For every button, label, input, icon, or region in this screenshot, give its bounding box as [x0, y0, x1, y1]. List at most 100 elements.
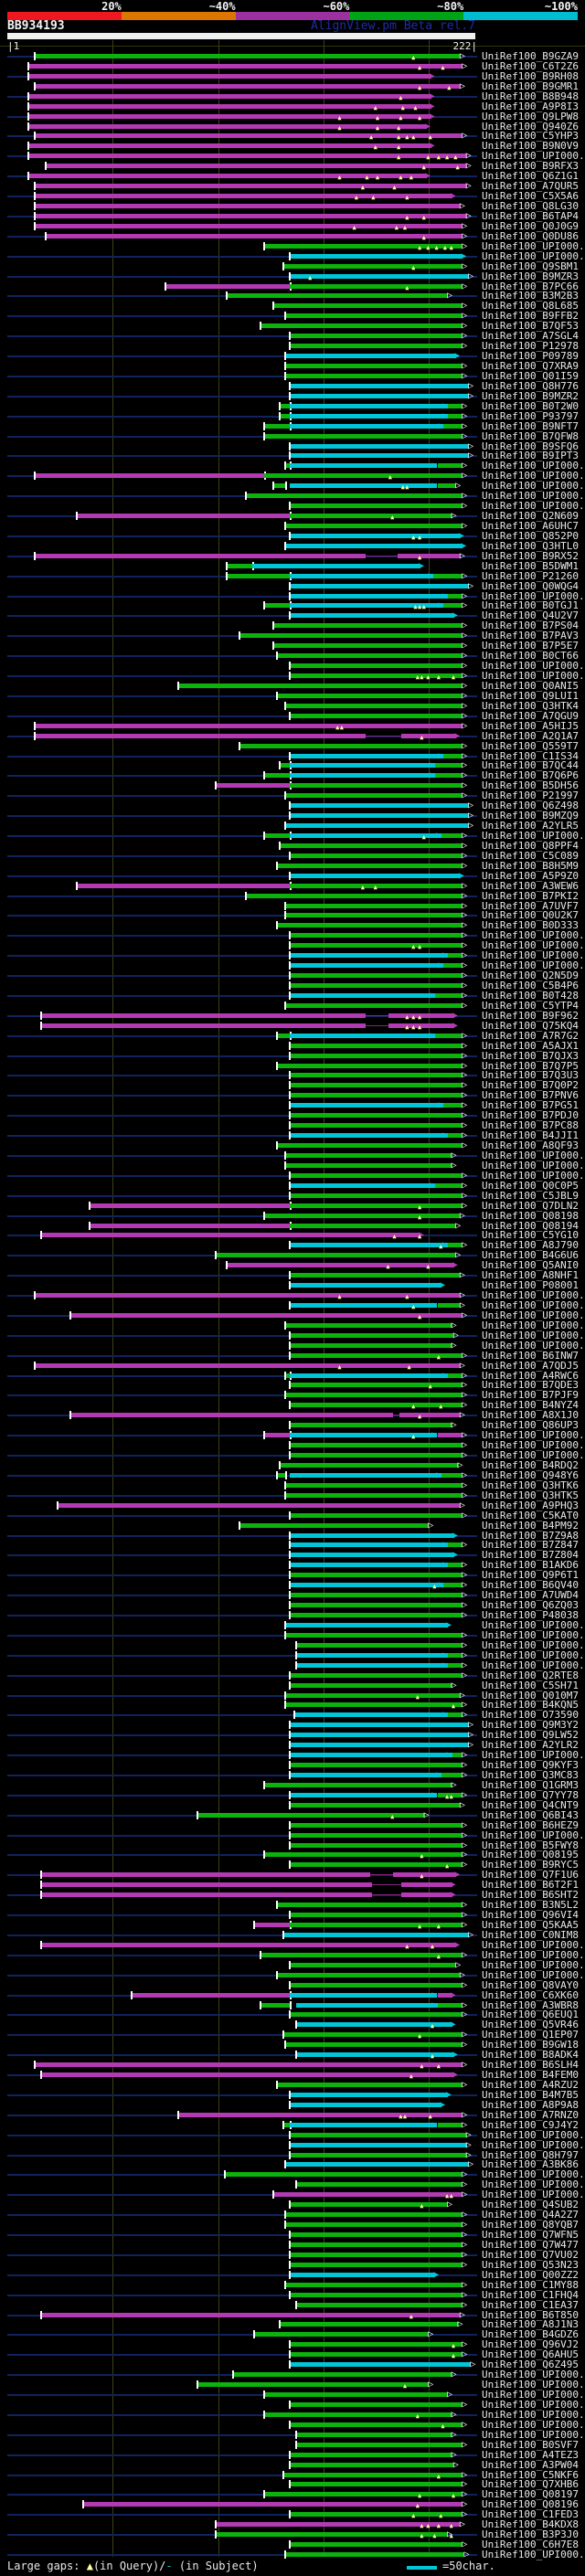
segment-start-tick	[276, 1901, 279, 1909]
subject-label[interactable]: UniRef100_UPI000..	[482, 2549, 585, 2560]
alignment-bar-segment	[277, 694, 463, 698]
segment-start-tick	[289, 332, 291, 340]
segment-start-tick	[289, 1681, 291, 1690]
segment-start-tick	[289, 1961, 291, 1969]
alignment-end-arrow-icon: ▷	[459, 201, 465, 211]
alignment-end-arrow-icon: ▷	[462, 2499, 468, 2509]
segment-start-tick	[276, 921, 279, 929]
alignment-end-arrow-icon: ▶	[458, 871, 464, 881]
segment-start-tick	[263, 432, 266, 440]
alignment-bar-segment	[290, 504, 463, 508]
large-gap-marker-icon: ▲	[418, 1413, 422, 1420]
alignment-end-arrow-icon: ▷	[462, 970, 468, 981]
alignment-bar-segment	[290, 284, 463, 289]
alignment-end-arrow-icon: ▷	[468, 1720, 474, 1730]
alignment-bar-segment	[290, 414, 448, 419]
alignment-end-arrow-icon: ▷	[462, 1110, 468, 1120]
large-gap-marker-icon: ▲	[426, 1263, 431, 1270]
alignment-bar-segment	[239, 744, 463, 748]
alignment-end-arrow-icon: ▶	[458, 531, 464, 541]
alignment-bar-segment	[279, 404, 290, 408]
alignment-end-arrow-icon: ▷	[462, 1980, 468, 1990]
alignment-bar-segment	[290, 763, 436, 768]
alignment-bar-segment	[290, 1203, 463, 1208]
alignment-end-arrow-icon: ▷	[462, 2169, 468, 2179]
alignment-end-arrow-icon: ▷	[462, 2300, 468, 2310]
large-gap-marker-icon: ▲	[394, 224, 399, 231]
alignment-bar-segment	[290, 1243, 448, 1247]
alignment-row[interactable]: ▷ UniRef100_UPI000..	[0, 2549, 585, 2560]
alignment-bar-segment	[437, 483, 457, 488]
alignment-end-arrow-icon: ▷	[468, 1730, 474, 1740]
segment-start-tick	[263, 1212, 266, 1220]
alignment-bar-segment	[437, 2003, 463, 2008]
large-gap-marker-icon: ▲	[371, 194, 376, 201]
alignment-bar-segment	[245, 894, 463, 898]
alignment-bar-segment	[290, 1723, 469, 1727]
large-gap-marker-icon: ▲	[421, 234, 426, 241]
alignment-bar-segment	[285, 2162, 469, 2167]
large-gap-marker-icon: ▲	[432, 1583, 437, 1590]
segment-start-tick	[165, 282, 166, 291]
large-gap-marker-icon: ▲	[365, 174, 369, 181]
alignment-end-arrow-icon: ▷	[462, 261, 468, 271]
alignment-bar-segment	[28, 74, 431, 79]
segment-start-tick	[27, 112, 30, 121]
segment-start-tick	[295, 2441, 297, 2449]
alignment-bar-segment	[40, 2313, 461, 2317]
alignment-bar-segment	[197, 2382, 430, 2387]
alignment-bar-segment	[290, 853, 463, 858]
alignment-bar-segment	[290, 2103, 442, 2107]
alignment-end-arrow-icon: ▷	[462, 371, 468, 381]
large-gap-marker-icon: ▲	[354, 194, 359, 201]
segment-start-tick	[34, 1291, 36, 1299]
alignment-bar-segment	[285, 2222, 463, 2227]
large-gap-marker-icon: ▲	[445, 1862, 450, 1870]
alignment-bar-segment	[239, 1523, 430, 1528]
alignment-bar-segment	[285, 1393, 463, 1397]
segment-start-tick	[289, 1111, 291, 1119]
segment-start-tick	[263, 422, 266, 430]
alignment-bar-segment	[443, 1103, 463, 1108]
segment-start-tick	[284, 911, 287, 919]
alignment-bar-segment	[28, 154, 467, 158]
large-gap-marker-icon: ▲	[418, 1214, 422, 1221]
alignment-end-arrow-icon: ▷	[462, 1660, 468, 1670]
alignment-end-arrow-icon: ▶	[452, 2050, 458, 2060]
alignment-bar-segment	[290, 1553, 454, 1557]
alignment-bar-segment	[443, 603, 463, 608]
segment-start-tick	[252, 2330, 255, 2338]
segment-start-tick	[284, 372, 287, 380]
alignment-bar-segment	[290, 1343, 452, 1348]
large-gap-marker-icon: ▲	[399, 174, 403, 181]
alignment-end-arrow-icon: ▷	[462, 2080, 468, 2090]
alignment-bar-segment	[366, 556, 398, 557]
alignment-bar-segment	[290, 2273, 436, 2277]
alignment-end-arrow-icon: ▶	[419, 561, 425, 571]
segment-start-tick	[289, 941, 291, 949]
alignment-bar-segment	[290, 1573, 463, 1577]
alignment-bar-segment	[372, 1884, 402, 1885]
alignment-end-arrow-icon: ▷	[462, 1580, 468, 1590]
alignment-bar-segment	[290, 1403, 463, 1407]
alignment-bar-segment	[264, 603, 291, 608]
alignment-end-arrow-icon: ▷	[462, 1760, 468, 1770]
segment-start-tick	[76, 882, 79, 890]
alignment-bar-segment	[290, 1423, 452, 1427]
segment-start-tick	[289, 1331, 291, 1340]
alignment-bar-segment	[296, 2443, 463, 2447]
alignment-end-arrow-icon: ▷	[462, 2240, 468, 2250]
large-gap-marker-icon: ▲	[418, 1203, 422, 1211]
alignment-bar-segment	[435, 993, 463, 998]
segment-start-tick	[289, 1532, 291, 1540]
alignment-bar-segment	[290, 2143, 467, 2147]
alignment-bar-segment	[290, 754, 444, 758]
alignment-bar-segment	[290, 2153, 467, 2157]
alignment-end-arrow-icon: ▷	[465, 151, 472, 161]
alignment-bar-segment	[296, 2182, 463, 2187]
alignment-end-arrow-icon: ▷	[462, 471, 468, 481]
large-gap-marker-icon: ▲	[337, 174, 342, 181]
segment-start-tick	[289, 1831, 291, 1839]
alignment-bar-segment	[290, 663, 463, 668]
segment-start-tick	[289, 1801, 291, 1809]
